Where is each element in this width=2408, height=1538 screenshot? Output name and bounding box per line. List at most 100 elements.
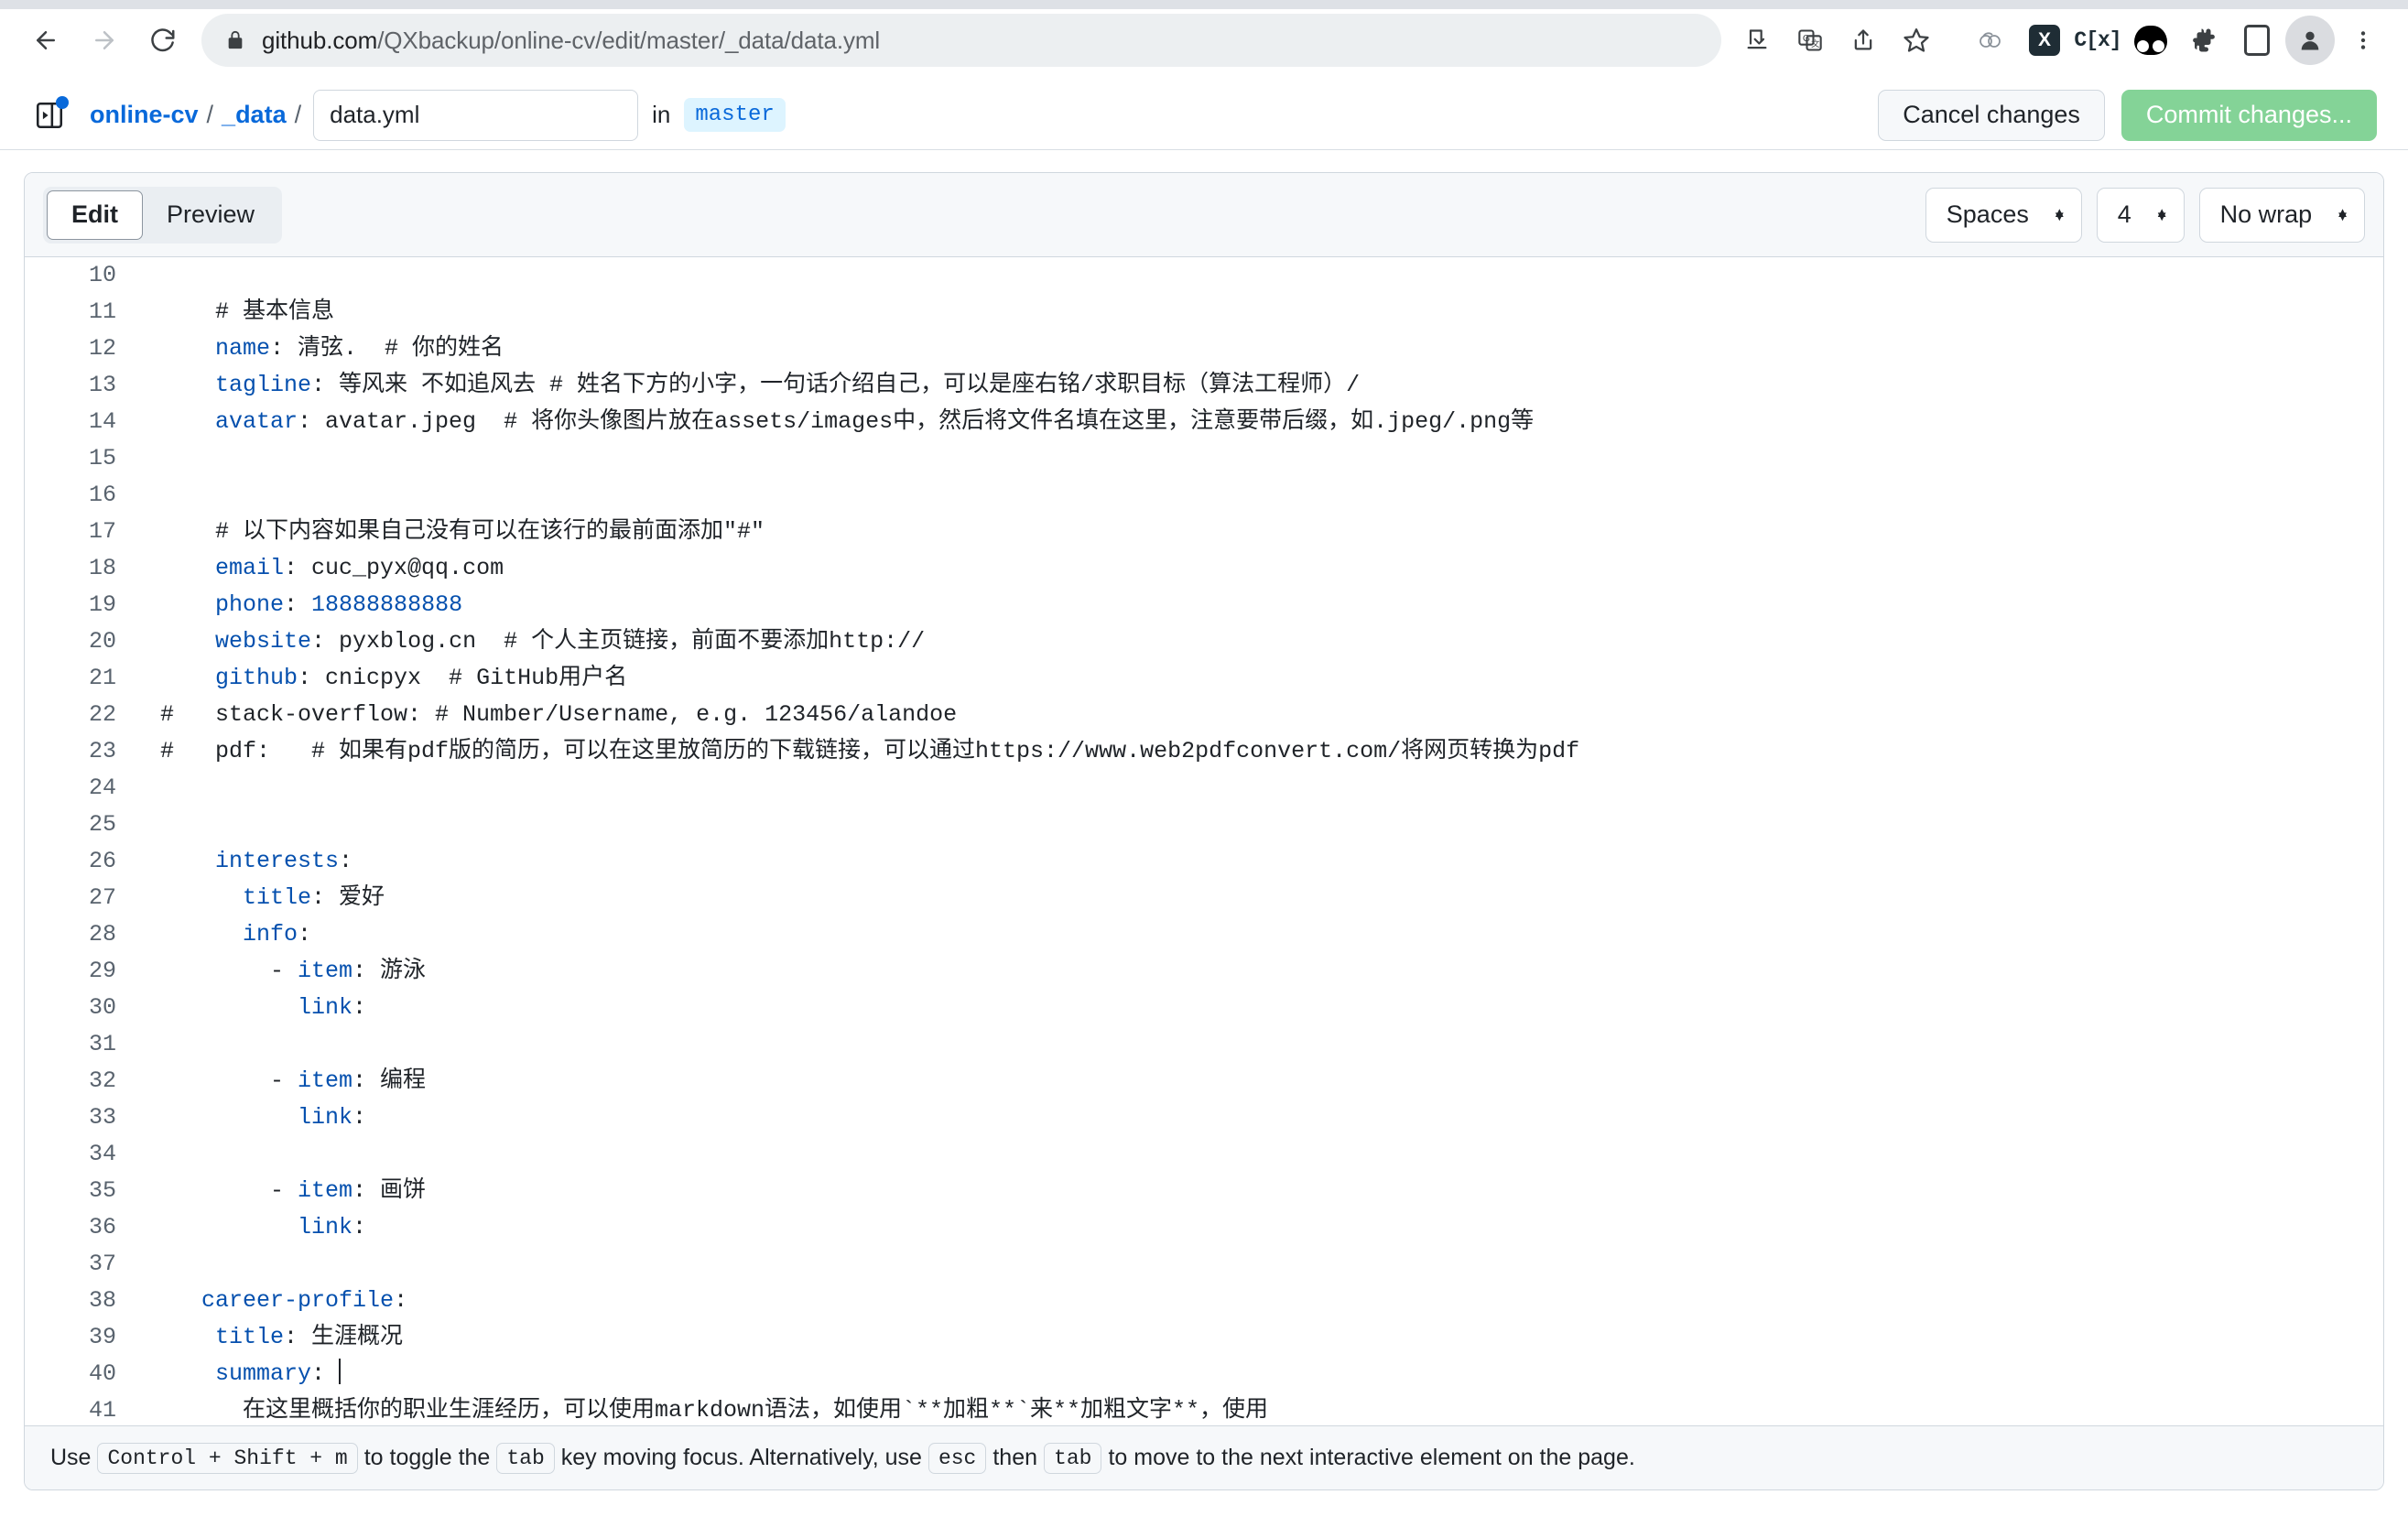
line-number: 29 — [88, 958, 116, 984]
code-line[interactable]: tagline: 等风来 不如追风去 # 姓名下方的小字，一句话介绍自己，可以是… — [160, 367, 2383, 404]
line-number: 39 — [88, 1324, 116, 1350]
code-line[interactable]: link: — [160, 990, 2383, 1026]
translate-icon[interactable]: G文 — [1785, 16, 1835, 65]
code-line[interactable] — [160, 477, 2383, 514]
line-number: 30 — [88, 994, 116, 1021]
chevron-updown-icon: ▲ ▼ — [2154, 204, 2169, 224]
tab-preview[interactable]: Preview — [143, 190, 278, 240]
code-line[interactable]: - item: 画饼 — [160, 1173, 2383, 1209]
lock-icon — [225, 28, 245, 52]
line-number: 16 — [88, 482, 116, 508]
code-line[interactable]: name: 清弦. # 你的姓名 — [160, 330, 2383, 367]
code-line[interactable]: github: cnicpyx # GitHub用户名 — [160, 660, 2383, 697]
code-line[interactable]: career-profile: — [160, 1283, 2383, 1319]
code-line[interactable]: link: — [160, 1099, 2383, 1136]
line-number: 19 — [88, 591, 116, 618]
extension-eyes-icon[interactable] — [2126, 16, 2175, 65]
code-line[interactable] — [160, 1026, 2383, 1063]
extension-x-icon[interactable]: X — [2020, 16, 2069, 65]
code-content[interactable]: # 基本信息 name: 清弦. # 你的姓名 tagline: 等风来 不如追… — [133, 257, 2383, 1425]
code-line[interactable] — [160, 257, 2383, 294]
editor-settings: Spaces ▲ ▼ 4 ▲ ▼ No wrap ▲ ▼ — [1925, 187, 2365, 243]
line-number: 15 — [88, 445, 116, 471]
filename-input[interactable] — [313, 89, 639, 141]
wrap-mode-select[interactable]: No wrap ▲ ▼ — [2198, 187, 2365, 243]
kbd-tab-1: tab — [496, 1442, 555, 1474]
profile-avatar-icon[interactable] — [2285, 16, 2335, 65]
code-line[interactable] — [160, 807, 2383, 843]
line-number: 25 — [88, 811, 116, 838]
tab-edit[interactable]: Edit — [47, 190, 143, 240]
url-path: /QXbackup/online-cv/edit/master/_data/da… — [377, 26, 881, 54]
cancel-changes-button[interactable]: Cancel changes — [1878, 89, 2105, 141]
code-line[interactable]: # pdf: # 如果有pdf版的简历，可以在这里放简历的下载链接，可以通过ht… — [160, 733, 2383, 770]
line-number: 32 — [88, 1067, 116, 1094]
download-icon[interactable] — [1732, 16, 1782, 65]
line-number: 12 — [88, 335, 116, 362]
code-line[interactable]: interests: — [160, 843, 2383, 880]
code-line[interactable]: - item: 游泳 — [160, 953, 2383, 990]
branch-chip: master — [684, 98, 786, 132]
line-number: 34 — [88, 1141, 116, 1167]
status-mid-3: then — [992, 1445, 1038, 1470]
bookmark-star-icon[interactable] — [1892, 16, 1941, 65]
code-line[interactable]: website: pyxblog.cn # 个人主页链接，前面不要添加http:… — [160, 623, 2383, 660]
code-line[interactable]: # stack-overflow: # Number/Username, e.g… — [160, 697, 2383, 733]
header-actions: Cancel changes Commit changes... — [1878, 89, 2377, 141]
code-line[interactable] — [160, 440, 2383, 477]
kbd-control-shift-m: Control + Shift + m — [97, 1442, 358, 1474]
address-bar[interactable]: github.com/QXbackup/online-cv/edit/maste… — [201, 14, 1721, 67]
code-line[interactable]: summary: — [160, 1356, 2383, 1392]
code-line[interactable]: link: — [160, 1209, 2383, 1246]
extension-cx-icon[interactable]: C[x] — [2073, 16, 2122, 65]
indent-size-value: 4 — [2117, 200, 2131, 228]
reload-icon[interactable] — [137, 15, 189, 66]
code-editor[interactable]: 10 11 12 13 14 15 16 17 18 19 20 21 22 23 24 25 26 27 28 29… — [25, 257, 2383, 1425]
line-number: 27 — [88, 884, 116, 911]
share-icon[interactable] — [1839, 16, 1888, 65]
line-number: 41 — [88, 1397, 116, 1424]
commit-changes-button[interactable]: Commit changes... — [2121, 89, 2377, 141]
code-line[interactable]: # 以下内容如果自己没有可以在该行的最前面添加"#" — [160, 514, 2383, 550]
indent-mode-select[interactable]: Spaces ▲ ▼ — [1925, 187, 2082, 243]
kbd-tab-2: tab — [1044, 1442, 1102, 1474]
indent-size-select[interactable]: 4 ▲ ▼ — [2096, 187, 2185, 243]
code-line[interactable]: avatar: avatar.jpeg # 将你头像图片放在assets/ima… — [160, 404, 2383, 440]
code-line[interactable]: - item: 编程 — [160, 1063, 2383, 1099]
breadcrumb-repo-link[interactable]: online-cv — [90, 101, 199, 129]
code-line[interactable] — [160, 1246, 2383, 1283]
chrome-menu-icon[interactable] — [2338, 16, 2388, 65]
url-domain: github.com — [262, 26, 378, 54]
back-arrow-icon[interactable] — [20, 15, 71, 66]
line-number: 26 — [88, 848, 116, 874]
side-panel-icon[interactable] — [2232, 16, 2282, 65]
code-line[interactable]: 在这里概括你的职业生涯经历，可以使用markdown语法，如使用`**加粗**`… — [160, 1392, 2383, 1425]
line-number: 14 — [88, 408, 116, 435]
accessibility-status-bar: Use Control + Shift + m to toggle the ta… — [25, 1425, 2383, 1489]
code-line[interactable]: email: cuc_pyx@qq.com — [160, 550, 2383, 587]
breadcrumb: online-cv / _data / — [90, 101, 309, 129]
extensions-puzzle-icon[interactable] — [2179, 16, 2229, 65]
line-number: 18 — [88, 555, 116, 581]
code-line[interactable]: title: 爱好 — [160, 880, 2383, 916]
code-line[interactable]: info: — [160, 916, 2383, 953]
code-line[interactable] — [160, 770, 2383, 807]
line-number: 20 — [88, 628, 116, 655]
in-label: in — [652, 101, 671, 128]
code-line[interactable]: # 基本信息 — [160, 294, 2383, 330]
line-number: 38 — [88, 1287, 116, 1314]
extension-loop-icon[interactable] — [1967, 16, 2016, 65]
code-line[interactable]: phone: 18888888888 — [160, 587, 2383, 623]
forward-arrow-icon[interactable] — [79, 15, 130, 66]
browser-toolbar: github.com/QXbackup/online-cv/edit/maste… — [0, 0, 2408, 81]
editor-toolbar: Edit Preview Spaces ▲ ▼ 4 ▲ ▼ No wrap ▲ ▼ — [25, 173, 2383, 257]
line-number: 33 — [88, 1104, 116, 1131]
status-mid-2: key moving focus. Alternatively, use — [560, 1445, 922, 1470]
code-line[interactable] — [160, 1136, 2383, 1173]
code-line[interactable]: title: 生涯概况 — [160, 1319, 2383, 1356]
status-prefix: Use — [50, 1445, 92, 1470]
line-number: 10 — [88, 262, 116, 288]
line-number: 11 — [88, 298, 116, 325]
line-number: 36 — [88, 1214, 116, 1240]
breadcrumb-folder-link[interactable]: _data — [222, 101, 287, 129]
